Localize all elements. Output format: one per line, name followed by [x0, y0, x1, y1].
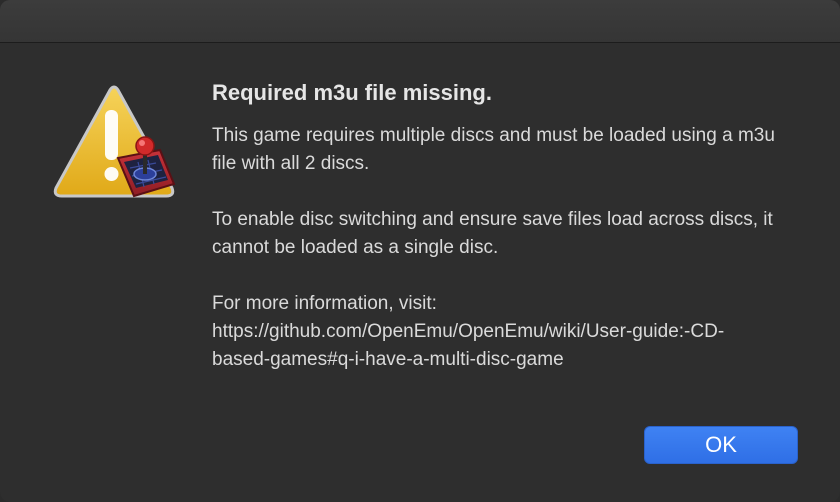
alert-dialog: Required m3u file missing. This game req… — [0, 0, 840, 502]
alert-message-more-info: For more information, visit: https://git… — [212, 290, 802, 374]
more-info-label: For more information, visit: — [212, 293, 437, 314]
alert-message-disc-requirement: This game requires multiple discs and mu… — [212, 125, 775, 174]
ok-button[interactable]: OK — [644, 426, 798, 464]
more-info-url: https://github.com/OpenEmu/OpenEmu/wiki/… — [212, 321, 725, 370]
title-bar[interactable] — [0, 0, 840, 43]
alert-title: Required m3u file missing. — [212, 80, 492, 105]
alert-message-disc-switching: To enable disc switching and ensure save… — [212, 209, 773, 258]
warning-icon — [50, 84, 178, 208]
alert-content: Required m3u file missing. This game req… — [212, 78, 802, 374]
